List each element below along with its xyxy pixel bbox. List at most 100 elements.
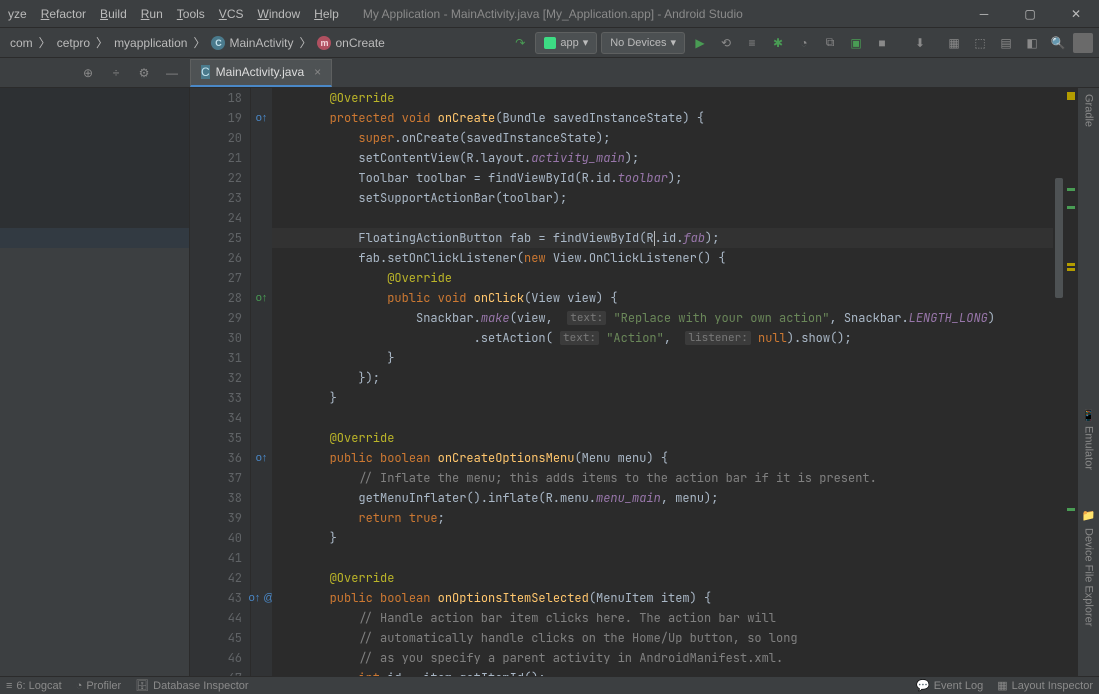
avd-icon[interactable]: ▣ — [845, 32, 867, 54]
hide-icon[interactable]: — — [164, 65, 180, 81]
breadcrumb-item[interactable]: CMainActivity — [207, 34, 297, 52]
code-line[interactable]: return true; — [272, 508, 1053, 528]
gear-icon[interactable]: ⚙ — [136, 65, 152, 81]
code-line[interactable]: @Override — [272, 568, 1053, 588]
code-line[interactable]: setContentView(R.layout.activity_main); — [272, 148, 1053, 168]
menu-item[interactable]: Build — [100, 7, 127, 21]
code-line[interactable]: super.onCreate(savedInstanceState); — [272, 128, 1053, 148]
code-line[interactable]: } — [272, 528, 1053, 548]
close-tab-icon[interactable]: × — [314, 65, 321, 79]
git-icon[interactable]: ⬇ — [909, 32, 931, 54]
code-line[interactable] — [272, 408, 1053, 428]
code-line[interactable]: Toolbar toolbar = findViewById(R.id.tool… — [272, 168, 1053, 188]
layout-bounds-icon[interactable]: ▦ — [943, 32, 965, 54]
code-line[interactable]: setSupportActionBar(toolbar); — [272, 188, 1053, 208]
tool-gradle[interactable]: Gradle — [1083, 94, 1095, 127]
tool-layout-inspector[interactable]: ▦ Layout Inspector — [997, 679, 1093, 692]
code-line[interactable]: protected void onCreate(Bundle savedInst… — [272, 108, 1053, 128]
line-number[interactable]: 41 — [190, 548, 242, 568]
override-gutter-icon[interactable]: o↑ — [256, 112, 268, 124]
line-number[interactable]: 25 — [190, 228, 242, 248]
code-line[interactable] — [272, 548, 1053, 568]
breadcrumb-item[interactable]: myapplication — [110, 34, 191, 52]
line-number[interactable]: 40 — [190, 528, 242, 548]
error-stripe[interactable] — [1065, 88, 1077, 676]
vertical-scrollbar[interactable] — [1053, 88, 1065, 676]
line-number[interactable]: 27 — [190, 268, 242, 288]
menu-item[interactable]: yze — [8, 7, 27, 21]
override-gutter-icon[interactable]: o↑ — [256, 452, 268, 464]
breadcrumb-item[interactable]: monCreate — [313, 34, 388, 52]
line-number[interactable]: 42 — [190, 568, 242, 588]
target-icon[interactable]: ⊕ — [80, 65, 96, 81]
line-number[interactable]: 33 — [190, 388, 242, 408]
menu-item[interactable]: Run — [141, 7, 163, 21]
code-line[interactable]: .setAction( text: "Action", listener: nu… — [272, 328, 1053, 348]
search-icon[interactable]: 🔍 — [1047, 32, 1069, 54]
stripe-mark[interactable] — [1067, 263, 1075, 266]
line-number[interactable]: 21 — [190, 148, 242, 168]
override-gutter-icon[interactable]: o↑ — [256, 292, 268, 304]
code-line[interactable]: // Handle action bar item clicks here. T… — [272, 608, 1053, 628]
user-avatar[interactable] — [1073, 33, 1093, 53]
collapse-icon[interactable]: ÷ — [108, 65, 124, 81]
line-number[interactable]: 45 — [190, 628, 242, 648]
line-number[interactable]: 31 — [190, 348, 242, 368]
code-editor[interactable]: @Override protected void onCreate(Bundle… — [272, 88, 1053, 676]
sdk-icon[interactable]: ⬚ — [969, 32, 991, 54]
code-line[interactable]: }); — [272, 368, 1053, 388]
breadcrumb-item[interactable]: cetpro — [53, 34, 94, 52]
menu-item[interactable]: Help — [314, 7, 339, 21]
stripe-mark[interactable] — [1067, 268, 1075, 271]
line-number[interactable]: 39 — [190, 508, 242, 528]
menu-item[interactable]: Window — [257, 7, 300, 21]
line-number[interactable]: 46 — [190, 648, 242, 668]
editor-tab-active[interactable]: C MainActivity.java × — [190, 59, 332, 87]
tool-emulator[interactable]: 📱 Emulator — [1082, 409, 1095, 470]
apply-code-icon[interactable]: ≡ — [741, 32, 763, 54]
stripe-mark[interactable] — [1067, 188, 1075, 191]
device-selector[interactable]: No Devices ▾ — [601, 32, 685, 54]
code-line[interactable]: public boolean onOptionsItemSelected(Men… — [272, 588, 1053, 608]
menu-item[interactable]: VCS — [219, 7, 244, 21]
code-line[interactable]: public boolean onCreateOptionsMenu(Menu … — [272, 448, 1053, 468]
line-number[interactable]: 37 — [190, 468, 242, 488]
run-icon[interactable]: ▶ — [689, 32, 711, 54]
apply-changes-icon[interactable]: ⟲ — [715, 32, 737, 54]
line-number[interactable]: 30 — [190, 328, 242, 348]
code-line[interactable] — [272, 208, 1053, 228]
line-number[interactable]: 32 — [190, 368, 242, 388]
code-line[interactable]: // as you specify a parent activity in A… — [272, 648, 1053, 668]
minimize-button[interactable]: ─ — [961, 0, 1007, 28]
line-number[interactable]: 26 — [190, 248, 242, 268]
profile-icon[interactable]: ◔ — [793, 32, 815, 54]
code-line[interactable]: int id = item.getItemId(); — [272, 668, 1053, 676]
tool-logcat[interactable]: ≡ 6: Logcat — [6, 680, 62, 692]
line-number[interactable]: 28 — [190, 288, 242, 308]
debug-icon[interactable]: ✱ — [767, 32, 789, 54]
code-line[interactable]: // Inflate the menu; this adds items to … — [272, 468, 1053, 488]
line-number[interactable]: 20 — [190, 128, 242, 148]
override-gutter-icon[interactable]: o↑ @ — [249, 592, 275, 604]
line-number[interactable]: 38 — [190, 488, 242, 508]
tool-event-log[interactable]: 💬 Event Log — [916, 679, 983, 692]
line-number[interactable]: 29 — [190, 308, 242, 328]
line-number[interactable]: 35 — [190, 428, 242, 448]
close-button[interactable]: ✕ — [1053, 0, 1099, 28]
line-number[interactable]: 18 — [190, 88, 242, 108]
line-number[interactable]: 43 — [190, 588, 242, 608]
scrollbar-thumb[interactable] — [1055, 178, 1063, 298]
avd-manager-icon[interactable]: ▤ — [995, 32, 1017, 54]
line-number[interactable]: 36 — [190, 448, 242, 468]
stripe-mark[interactable] — [1067, 206, 1075, 209]
line-number[interactable]: 44 — [190, 608, 242, 628]
maximize-button[interactable]: ▢ — [1007, 0, 1053, 28]
code-line[interactable]: } — [272, 388, 1053, 408]
menu-item[interactable]: Tools — [177, 7, 205, 21]
attach-debugger-icon[interactable]: ⧉ — [819, 32, 841, 54]
code-line[interactable]: @Override — [272, 268, 1053, 288]
line-number[interactable]: 22 — [190, 168, 242, 188]
code-line[interactable]: @Override — [272, 428, 1053, 448]
code-line[interactable]: 💡 FloatingActionButton fab = findViewByI… — [272, 228, 1053, 248]
sync-icon[interactable]: ↷ — [509, 32, 531, 54]
